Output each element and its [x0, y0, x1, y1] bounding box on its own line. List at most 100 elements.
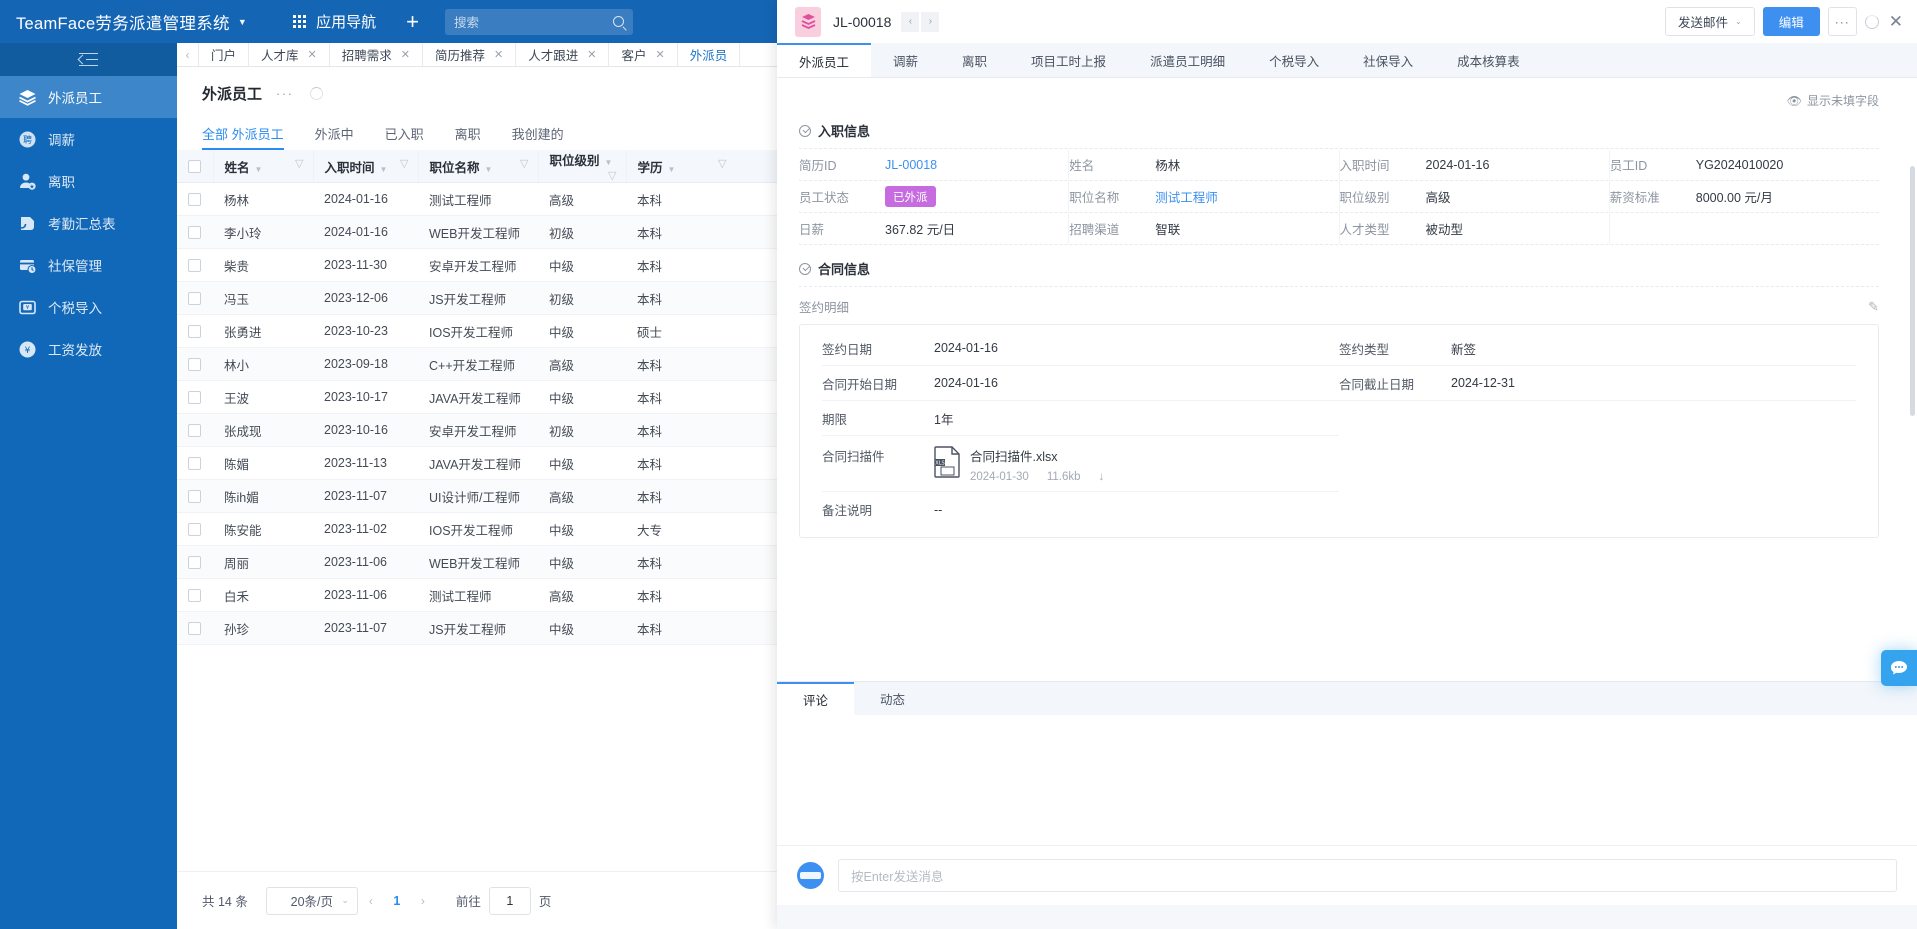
drawer-tab-project-hours[interactable]: 项目工时上报: [1009, 43, 1128, 77]
tab-talent-pool[interactable]: 人才库 ✕: [249, 43, 330, 66]
sort-icon[interactable]: ▼: [380, 165, 388, 174]
select-all-checkbox[interactable]: [188, 160, 201, 174]
refresh-spinner-icon[interactable]: [1864, 14, 1879, 29]
row-checkbox[interactable]: [188, 523, 201, 537]
drawer-tab-dispatch-employee[interactable]: 外派员工: [777, 43, 872, 77]
close-icon[interactable]: ✕: [494, 48, 503, 61]
chat-support-button[interactable]: [1881, 650, 1917, 686]
row-checkbox[interactable]: [188, 292, 201, 306]
sort-icon[interactable]: ▼: [485, 165, 493, 174]
field-value[interactable]: 测试工程师: [1155, 187, 1218, 206]
row-checkbox-cell[interactable]: [177, 512, 213, 546]
scrollbar-thumb[interactable]: [1910, 166, 1915, 416]
attachment-name[interactable]: 合同扫描件.xlsx: [970, 446, 1104, 465]
row-checkbox[interactable]: [188, 358, 201, 372]
row-checkbox-cell[interactable]: [177, 446, 213, 480]
drawer-tab-resignation[interactable]: 离职: [940, 43, 1009, 77]
drawer-tab-cost-sheet[interactable]: 成本核算表: [1435, 43, 1542, 77]
subtab-onboarded[interactable]: 已入职: [385, 124, 424, 150]
tab-talent-follow[interactable]: 人才跟进 ✕: [516, 43, 610, 66]
row-checkbox-cell[interactable]: [177, 347, 213, 381]
filter-icon[interactable]: ▽: [520, 157, 528, 170]
drawer-tab-salary-adjust[interactable]: 调薪: [871, 43, 940, 77]
row-checkbox[interactable]: [188, 259, 201, 273]
subtab-dispatching[interactable]: 外派中: [315, 124, 354, 150]
filter-icon[interactable]: ▽: [400, 157, 408, 170]
brand[interactable]: TeamFace劳务派遣管理系统 ▼: [0, 10, 247, 34]
page-size-select[interactable]: 20条/页 ⌄: [265, 886, 358, 915]
sidebar-item-salary-adjust[interactable]: 聘 调薪: [0, 118, 177, 160]
tab-recruit-demand[interactable]: 招聘需求 ✕: [330, 43, 423, 66]
sort-icon[interactable]: ▼: [605, 158, 613, 167]
row-checkbox-cell[interactable]: [177, 314, 213, 348]
column-header-position[interactable]: 职位名称 ▼ ▽: [418, 150, 539, 183]
drawer-tab-dispatch-detail[interactable]: 派遣员工明细: [1128, 43, 1247, 77]
select-all-header[interactable]: [177, 150, 214, 183]
subtab-created-by-me[interactable]: 我创建的: [512, 124, 564, 150]
row-checkbox[interactable]: [188, 490, 201, 504]
row-checkbox[interactable]: [188, 457, 201, 471]
sidebar-collapse-button[interactable]: [0, 43, 177, 76]
sidebar-item-attendance-summary[interactable]: 考勤汇总表: [0, 202, 177, 244]
sidebar-item-payroll[interactable]: ¥ 工资发放: [0, 328, 177, 370]
row-checkbox-cell[interactable]: [177, 215, 213, 249]
attachment[interactable]: XLS 合同扫描件.xlsx 2024-01-30 11.6kb ↓: [934, 446, 1104, 483]
row-checkbox-cell[interactable]: [177, 413, 213, 447]
close-drawer-button[interactable]: ✕: [1889, 12, 1903, 32]
row-checkbox[interactable]: [188, 556, 201, 570]
row-checkbox[interactable]: [188, 622, 201, 636]
tab-activity[interactable]: 动态: [854, 682, 931, 715]
column-header-name[interactable]: 姓名 ▼ ▽: [213, 150, 314, 183]
row-checkbox[interactable]: [188, 589, 201, 603]
app-nav-label[interactable]: 应用导航: [316, 11, 376, 32]
row-checkbox-cell[interactable]: [177, 380, 213, 414]
row-checkbox-cell[interactable]: [177, 182, 213, 216]
sidebar-item-personal-tax-import[interactable]: ¥ 个税导入: [0, 286, 177, 328]
app-grid-icon[interactable]: [293, 15, 307, 28]
drawer-tab-insurance-import[interactable]: 社保导入: [1341, 43, 1435, 77]
send-mail-button[interactable]: 发送邮件 ⌄: [1665, 7, 1755, 36]
row-checkbox-cell[interactable]: [177, 545, 213, 579]
close-icon[interactable]: ✕: [401, 48, 410, 61]
show-hidden-fields-toggle[interactable]: 👁 显示未填字段: [799, 92, 1879, 109]
next-page-button[interactable]: ›: [410, 894, 436, 908]
row-checkbox-cell[interactable]: [177, 479, 213, 513]
row-checkbox-cell[interactable]: [177, 611, 213, 645]
subtab-all[interactable]: 全部 外派员工: [202, 124, 284, 150]
tab-portal[interactable]: 门户: [199, 43, 250, 66]
section-title-contract[interactable]: 合同信息: [799, 259, 1879, 278]
next-record-button[interactable]: ›: [921, 11, 940, 32]
row-checkbox[interactable]: [188, 325, 201, 339]
close-icon[interactable]: ✕: [308, 48, 317, 61]
column-header-level[interactable]: 职位级别 ▼ ▽: [538, 150, 627, 183]
row-checkbox[interactable]: [188, 226, 201, 240]
edit-button[interactable]: 编辑: [1762, 7, 1820, 36]
tab-dispatch-employee[interactable]: 外派员: [678, 43, 741, 66]
subtab-resigned[interactable]: 离职: [455, 124, 481, 150]
download-icon[interactable]: ↓: [1099, 471, 1105, 483]
more-actions-icon[interactable]: ···: [276, 86, 294, 101]
goto-page-input[interactable]: [488, 886, 531, 915]
search-input[interactable]: 搜索: [444, 8, 633, 35]
filter-icon[interactable]: ▽: [608, 169, 616, 182]
filter-icon[interactable]: ▽: [295, 157, 303, 170]
sidebar-item-dispatch-employee[interactable]: 外派员工: [0, 76, 177, 118]
row-checkbox-cell[interactable]: [177, 281, 213, 315]
row-checkbox[interactable]: [188, 424, 201, 438]
sort-icon[interactable]: ▼: [255, 165, 263, 174]
tab-customer[interactable]: 客户 ✕: [609, 43, 678, 66]
sort-icon[interactable]: ▼: [668, 165, 676, 174]
drawer-scrollbar[interactable]: [1910, 166, 1915, 681]
row-checkbox-cell[interactable]: [177, 248, 213, 282]
page-number-1[interactable]: 1: [384, 894, 410, 908]
column-header-onboard-date[interactable]: 入职时间 ▼ ▽: [313, 150, 419, 183]
sidebar-item-social-insurance[interactable]: 社保管理: [0, 244, 177, 286]
sidebar-item-resignation[interactable]: ★ 离职: [0, 160, 177, 202]
tab-resume-recommend[interactable]: 简历推荐 ✕: [423, 43, 517, 66]
section-title-onboard[interactable]: 入职信息: [799, 121, 1879, 140]
row-checkbox-cell[interactable]: [177, 578, 213, 612]
field-value[interactable]: JL-00018: [885, 158, 937, 172]
tab-scroll-left-icon[interactable]: ‹: [177, 43, 199, 66]
more-actions-button[interactable]: ···: [1827, 7, 1857, 36]
comment-input[interactable]: 按Enter发送消息: [838, 859, 1897, 892]
